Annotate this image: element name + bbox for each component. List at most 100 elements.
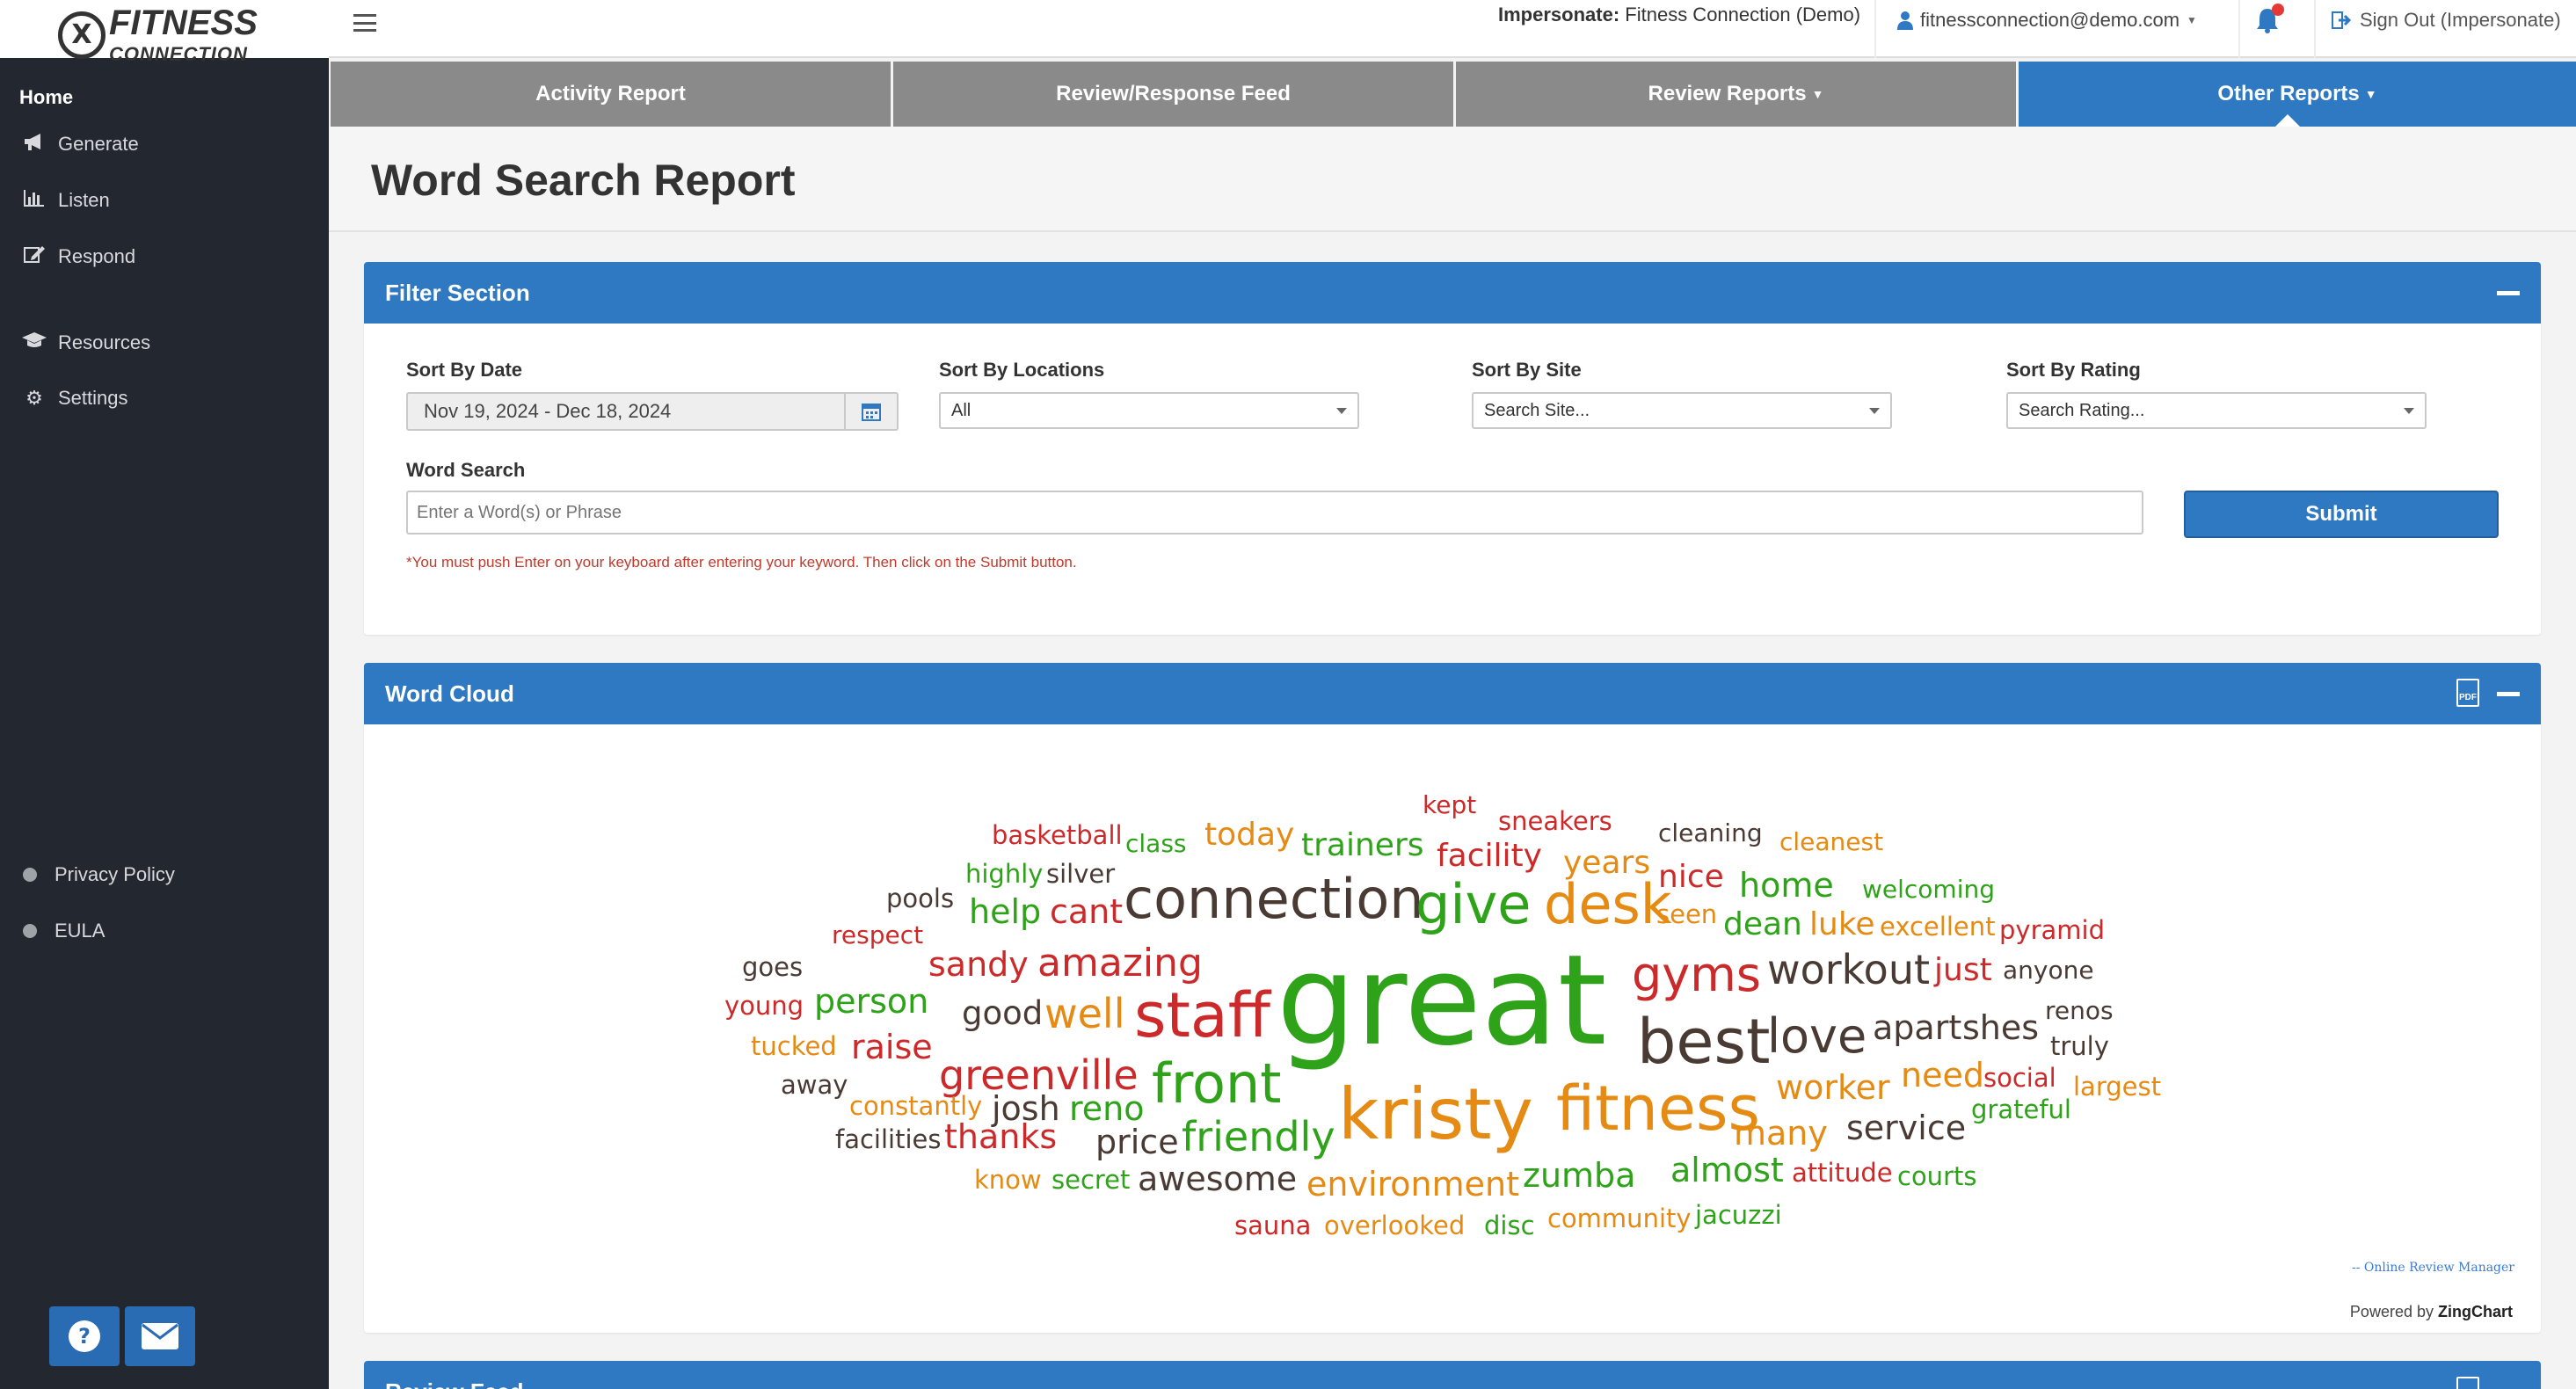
cloud-word[interactable]: home	[1739, 869, 1834, 902]
cloud-word[interactable]: disc	[1484, 1213, 1535, 1239]
cloud-word[interactable]: thanks	[944, 1120, 1057, 1153]
help-button[interactable]: ?	[49, 1306, 120, 1366]
cloud-word[interactable]: class	[1125, 832, 1187, 856]
cloud-word[interactable]: trainers	[1301, 830, 1424, 862]
cloud-word[interactable]: worker	[1776, 1071, 1890, 1104]
cloud-word[interactable]: cleaning	[1658, 821, 1763, 846]
cloud-word[interactable]: luke	[1809, 909, 1875, 941]
cloud-word[interactable]: shes	[1962, 1011, 2039, 1044]
cloud-word[interactable]: anyone	[2003, 958, 2094, 983]
cloud-word[interactable]: welcoming	[1862, 877, 1995, 902]
submit-button[interactable]: Submit	[2184, 491, 2499, 538]
sidebar-item-resources[interactable]: Resources	[19, 331, 150, 355]
cloud-word[interactable]: away	[781, 1073, 848, 1098]
cloud-word[interactable]: social	[1983, 1065, 2056, 1091]
sidebar-item-settings[interactable]: ⚙ Settings	[19, 387, 127, 410]
cloud-word[interactable]: price	[1095, 1125, 1179, 1159]
tab-review-response-feed[interactable]: Review/Response Feed	[893, 62, 1453, 127]
cloud-word[interactable]: many	[1734, 1116, 1828, 1150]
cloud-word[interactable]: cant	[1050, 895, 1123, 928]
cloud-word[interactable]: need	[1901, 1058, 1984, 1092]
cloud-word[interactable]: highly	[965, 862, 1043, 887]
sidebar-item-respond[interactable]: Respond	[19, 244, 135, 269]
cloud-word[interactable]: facilities	[835, 1127, 941, 1153]
cloud-word[interactable]: goes	[742, 955, 803, 980]
cloud-word[interactable]: dean	[1723, 909, 1802, 941]
cloud-word[interactable]: largest	[2073, 1074, 2161, 1100]
cloud-word[interactable]: tucked	[751, 1034, 837, 1059]
pdf-export-icon[interactable]: PDF	[2456, 679, 2479, 707]
rating-select[interactable]: Search Rating...	[2006, 392, 2427, 429]
cloud-word[interactable]: constantly	[849, 1094, 982, 1119]
cloud-word[interactable]: front	[1152, 1057, 1282, 1111]
cloud-word[interactable]: best	[1637, 1011, 1770, 1073]
cloud-word[interactable]: awesome	[1138, 1162, 1297, 1196]
collapse-minus-icon[interactable]	[2497, 291, 2520, 295]
sidebar-item-home[interactable]: Home	[19, 86, 73, 109]
cloud-word[interactable]: cleanest	[1779, 830, 1883, 854]
cloud-word[interactable]: service	[1846, 1111, 1966, 1145]
cloud-word[interactable]: young	[724, 993, 804, 1019]
cloud-word[interactable]: excellent	[1880, 914, 1995, 940]
cloud-word[interactable]: sandy	[928, 948, 1029, 981]
notifications-bell[interactable]	[2256, 4, 2284, 40]
cloud-word[interactable]: almost	[1670, 1153, 1784, 1187]
cloud-word[interactable]: person	[814, 985, 928, 1018]
cloud-word[interactable]: gyms	[1632, 951, 1761, 999]
cloud-word[interactable]: raise	[851, 1030, 933, 1064]
user-menu[interactable]: fitnessconnection@demo.com ▼	[1897, 9, 2197, 32]
email-button[interactable]	[125, 1306, 195, 1366]
cloud-word[interactable]: today	[1204, 819, 1294, 851]
cloud-word[interactable]: pyramid	[1999, 918, 2105, 943]
eula-link[interactable]: EULA	[19, 920, 105, 942]
site-select[interactable]: Search Site...	[1472, 392, 1892, 429]
cloud-word[interactable]: love	[1767, 1013, 1867, 1060]
cloud-word[interactable]: renos	[2045, 999, 2114, 1023]
cloud-word[interactable]: amazing	[1037, 944, 1203, 983]
cloud-word[interactable]: sneakers	[1498, 809, 1612, 834]
cloud-word[interactable]: courts	[1897, 1164, 1976, 1189]
cloud-word[interactable]: desk	[1544, 877, 1672, 932]
cloud-word[interactable]: zumba	[1523, 1159, 1635, 1192]
cloud-word[interactable]: silver	[1046, 862, 1115, 887]
date-range-field[interactable]: Nov 19, 2024 - Dec 18, 2024	[406, 392, 899, 431]
sidebar-item-generate[interactable]: Generate	[19, 132, 139, 156]
cloud-word[interactable]: jacuzzi	[1695, 1203, 1782, 1228]
cloud-word[interactable]: secret	[1052, 1167, 1130, 1193]
cloud-word[interactable]: just	[1934, 955, 1992, 986]
powered-by[interactable]: Powered by ZingChart	[2350, 1303, 2513, 1321]
cloud-word[interactable]: apart	[1873, 1011, 1961, 1044]
tab-activity-report[interactable]: Activity Report	[331, 62, 891, 127]
cloud-word[interactable]: seen	[1656, 902, 1717, 927]
brand-logo[interactable]: X FITNESS CONNECTION	[58, 4, 258, 66]
cloud-word[interactable]: connection	[1124, 872, 1424, 927]
cloud-word[interactable]: attitude	[1792, 1160, 1893, 1186]
cloud-word[interactable]: friendly	[1182, 1116, 1335, 1157]
cloud-word[interactable]: workout	[1767, 949, 1930, 990]
cloud-word[interactable]: pools	[886, 886, 954, 912]
pdf-export-icon[interactable]: PDF	[2456, 1377, 2479, 1389]
word-search-input[interactable]	[406, 491, 2143, 535]
cloud-word[interactable]: truly	[2050, 1034, 2109, 1059]
cloud-word[interactable]: basketball	[992, 823, 1123, 848]
sidebar-item-listen[interactable]: Listen	[19, 188, 110, 213]
collapse-minus-icon[interactable]	[2497, 692, 2520, 696]
privacy-policy-link[interactable]: Privacy Policy	[19, 863, 175, 886]
cloud-word[interactable]: well	[1044, 993, 1124, 1034]
cloud-word[interactable]: reno	[1069, 1092, 1145, 1125]
calendar-icon[interactable]	[844, 394, 897, 429]
cloud-word[interactable]: environment	[1306, 1167, 1519, 1201]
cloud-word[interactable]: great	[1277, 939, 1606, 1064]
cloud-word[interactable]: respect	[832, 923, 923, 948]
cloud-word[interactable]: help	[969, 895, 1041, 928]
sign-out-link[interactable]: Sign Out (Impersonate)	[2332, 9, 2561, 32]
locations-select[interactable]: All	[939, 392, 1359, 429]
cloud-word[interactable]: good	[962, 997, 1043, 1029]
cloud-word[interactable]: overlooked	[1324, 1213, 1465, 1239]
cloud-word[interactable]: give	[1415, 877, 1531, 932]
cloud-word[interactable]: facility	[1437, 840, 1542, 872]
cloud-word[interactable]: kept	[1423, 793, 1476, 818]
hamburger-menu-icon[interactable]	[353, 14, 376, 32]
cloud-word[interactable]: grateful	[1971, 1097, 2071, 1123]
cloud-word[interactable]: know	[974, 1167, 1042, 1193]
